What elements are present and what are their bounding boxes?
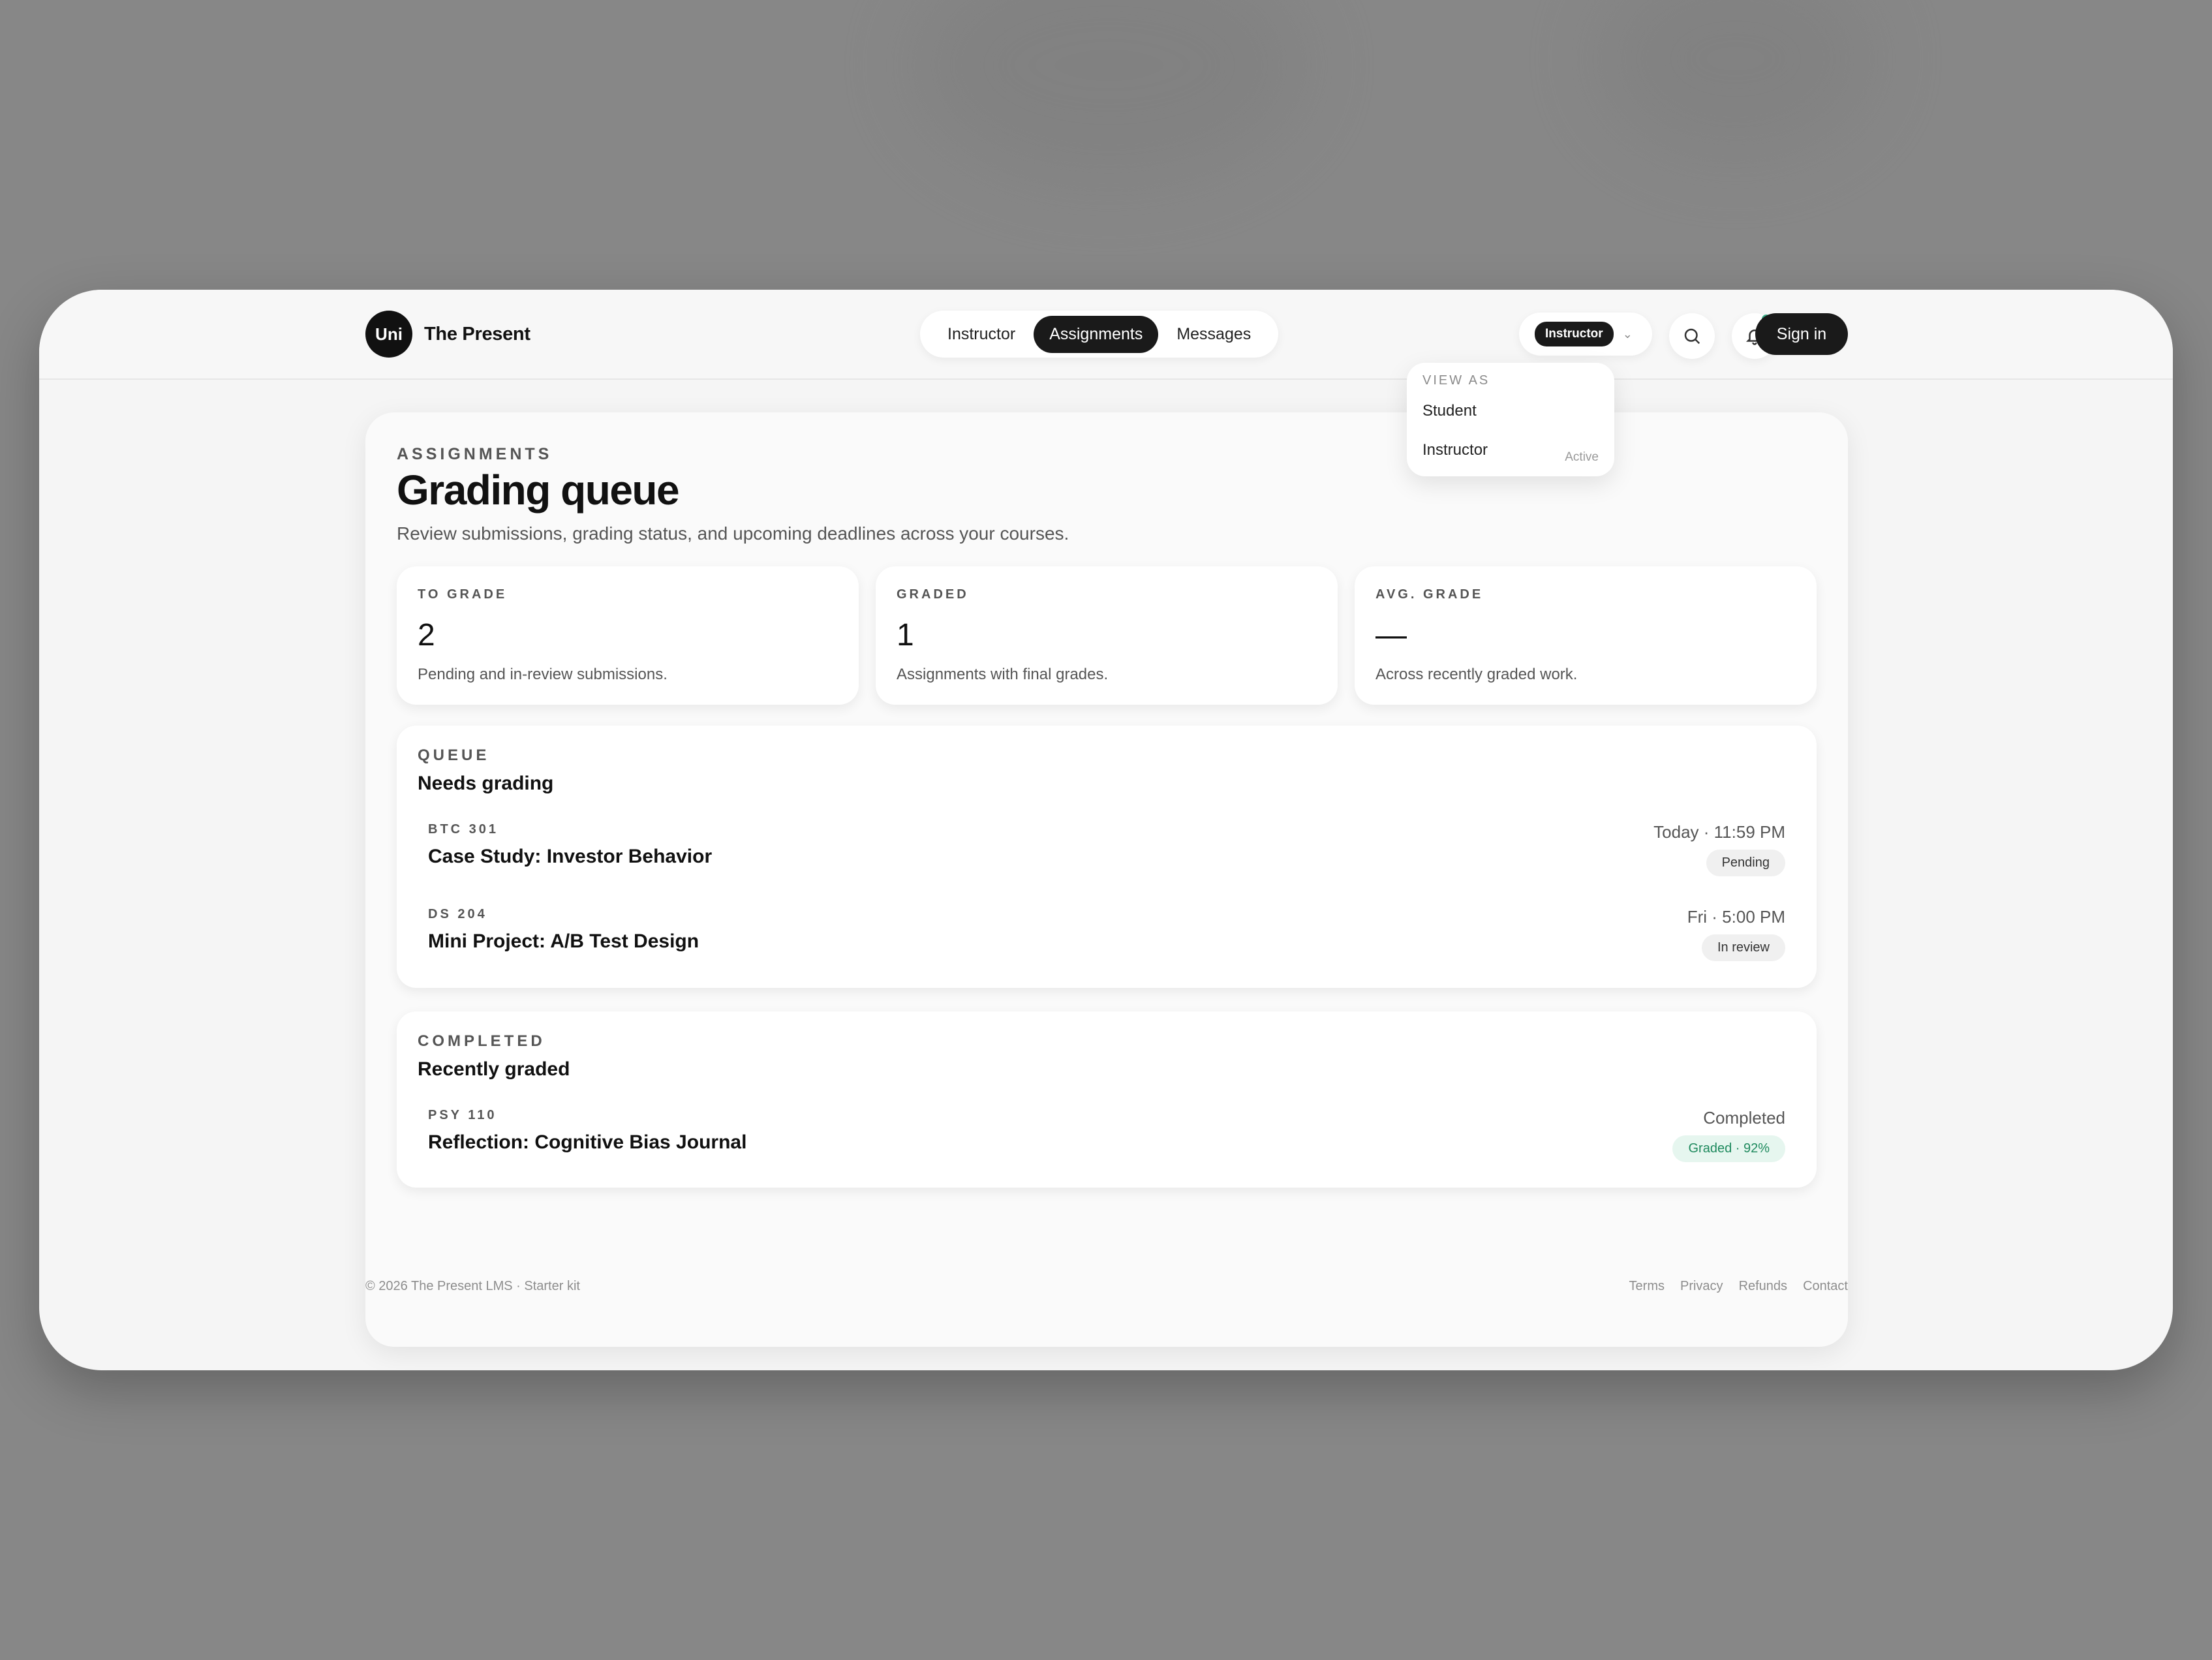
- dropdown-heading: VIEW AS: [1422, 373, 1490, 388]
- footer-link-refunds[interactable]: Refunds: [1739, 1279, 1788, 1294]
- search-button[interactable]: [1669, 313, 1715, 359]
- sign-in-button[interactable]: Sign in: [1755, 313, 1848, 355]
- stat-desc: Assignments with final grades.: [897, 666, 1109, 683]
- completed-panel: COMPLETED Recently graded PSY 110 Reflec…: [397, 1011, 1817, 1188]
- stat-label: TO GRADE: [418, 587, 508, 602]
- footer-link-contact[interactable]: Contact: [1803, 1279, 1848, 1294]
- stat-desc: Across recently graded work.: [1375, 666, 1578, 683]
- active-label: Active: [1565, 450, 1599, 464]
- role-switcher[interactable]: Instructor ⌄: [1519, 313, 1652, 356]
- page-eyebrow: ASSIGNMENTS: [397, 445, 553, 463]
- stat-label: GRADED: [897, 587, 969, 602]
- footer-copyright: © 2026 The Present LMS · Starter kit: [365, 1279, 580, 1293]
- list-item[interactable]: BTC 301 Case Study: Investor Behavior To…: [428, 822, 1785, 894]
- status-badge: Pending: [1706, 850, 1785, 876]
- stat-value: 1: [897, 618, 914, 653]
- top-bar: Uni The Present Instructor Assignments M…: [39, 290, 2173, 380]
- panel-eyebrow: QUEUE: [418, 746, 490, 764]
- grade-badge: Graded · 92%: [1672, 1135, 1785, 1162]
- brand-name: The Present: [424, 323, 530, 345]
- current-role: Instructor: [1535, 322, 1614, 346]
- assignment-title: Reflection: Cognitive Bias Journal: [428, 1131, 747, 1153]
- list-item[interactable]: PSY 110 Reflection: Cognitive Bias Journ…: [428, 1108, 1785, 1180]
- view-as-dropdown: VIEW AS Student Instructor Active: [1407, 363, 1614, 476]
- stat-card-avg-grade: AVG. GRADE — Across recently graded work…: [1355, 566, 1817, 705]
- due-time: Fri · 5:00 PM: [1687, 907, 1785, 927]
- brand[interactable]: Uni The Present: [365, 311, 530, 358]
- brand-logo: Uni: [365, 311, 412, 358]
- assignment-title: Case Study: Investor Behavior: [428, 846, 713, 867]
- panel-eyebrow: COMPLETED: [418, 1032, 545, 1050]
- stat-card-graded: GRADED 1 Assignments with final grades.: [876, 566, 1338, 705]
- stat-value: 2: [418, 618, 435, 653]
- course-code: PSY 110: [428, 1108, 497, 1122]
- queue-panel: QUEUE Needs grading BTC 301 Case Study: …: [397, 726, 1817, 988]
- nav-messages[interactable]: Messages: [1161, 316, 1267, 353]
- footer-link-terms[interactable]: Terms: [1629, 1279, 1665, 1294]
- footer-link-privacy[interactable]: Privacy: [1680, 1279, 1723, 1294]
- dropdown-option-instructor[interactable]: Instructor: [1422, 441, 1488, 459]
- main-card: ASSIGNMENTS Grading queue Review submiss…: [365, 412, 1848, 1347]
- nav-assignments[interactable]: Assignments: [1034, 315, 1159, 353]
- app-window: Uni The Present Instructor Assignments M…: [39, 290, 2173, 1370]
- status-badge: In review: [1701, 934, 1785, 961]
- due-time: Today · 11:59 PM: [1653, 822, 1785, 842]
- footer-links: Terms Privacy Refunds Contact: [1614, 1279, 1848, 1294]
- assignment-title: Mini Project: A/B Test Design: [428, 930, 699, 952]
- stat-value: —: [1375, 618, 1407, 653]
- stat-desc: Pending and in-review submissions.: [418, 666, 668, 683]
- list-item[interactable]: DS 204 Mini Project: A/B Test Design Fri…: [428, 907, 1785, 979]
- page-title: Grading queue: [397, 467, 680, 514]
- nav-instructor[interactable]: Instructor: [932, 316, 1031, 353]
- course-code: DS 204: [428, 907, 487, 921]
- dropdown-option-student[interactable]: Student: [1422, 402, 1477, 420]
- panel-title: Needs grading: [418, 773, 554, 794]
- chevron-down-icon: ⌄: [1622, 327, 1633, 341]
- page-subtitle: Review submissions, grading status, and …: [397, 523, 1069, 544]
- course-code: BTC 301: [428, 822, 499, 837]
- search-icon: [1684, 328, 1700, 345]
- completion-status: Completed: [1703, 1108, 1785, 1128]
- main-nav: Instructor Assignments Messages: [920, 311, 1279, 358]
- stat-label: AVG. GRADE: [1375, 587, 1484, 602]
- stat-card-to-grade: TO GRADE 2 Pending and in-review submiss…: [397, 566, 859, 705]
- panel-title: Recently graded: [418, 1058, 570, 1080]
